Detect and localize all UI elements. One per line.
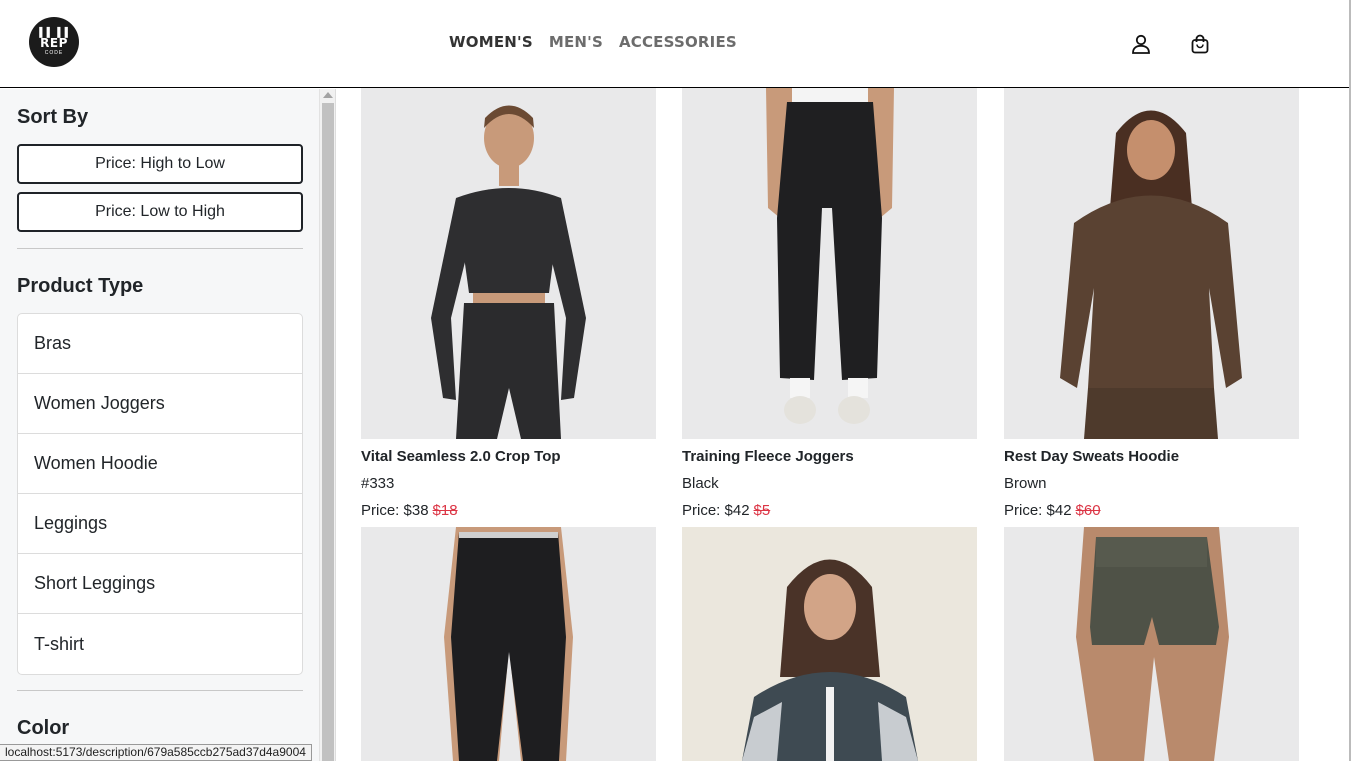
product-image[interactable] — [361, 527, 656, 761]
divider — [17, 248, 303, 249]
type-women-joggers[interactable]: Women Joggers — [18, 374, 302, 434]
product-image[interactable] — [361, 88, 656, 439]
divider — [17, 690, 303, 691]
product-name[interactable]: Vital Seamless 2.0 Crop Top — [361, 448, 656, 475]
sort-low-to-high-button[interactable]: Price: Low to High — [17, 192, 303, 232]
nav-womens[interactable]: WOMEN'S — [449, 33, 533, 51]
sidebar-scrollbar[interactable] — [320, 89, 336, 761]
product-variant: Black — [682, 475, 719, 492]
logo-subtext: CODE — [44, 50, 64, 56]
shopping-bag-icon[interactable] — [1189, 33, 1211, 55]
product-name[interactable]: Rest Day Sweats Hoodie — [1004, 448, 1299, 475]
leggings-model-image — [444, 527, 573, 761]
nav-accessories[interactable]: ACCESSORIES — [619, 33, 737, 51]
product-card[interactable]: Training Fleece Joggers Black Price: $42… — [682, 88, 977, 529]
type-leggings[interactable]: Leggings — [18, 494, 302, 554]
browser-status-url: localhost:5173/description/679a585ccb275… — [0, 744, 312, 761]
nav-mens[interactable]: MEN'S — [549, 33, 603, 51]
product-image[interactable] — [682, 88, 977, 439]
joggers-model-image — [766, 88, 894, 424]
original-price: $60 — [1075, 502, 1101, 519]
original-price: $5 — [753, 502, 771, 519]
logo-text: REP — [40, 36, 68, 50]
current-price: Price: $42 — [1004, 502, 1072, 519]
product-type-list: Bras Women Joggers Women Hoodie Leggings… — [17, 313, 303, 675]
sort-by-title: Sort By — [17, 106, 89, 128]
scrollbar-thumb[interactable] — [322, 103, 334, 761]
product-image[interactable] — [1004, 88, 1299, 439]
filter-sidebar: Sort By Price: High to Low Price: Low to… — [0, 89, 320, 761]
product-card[interactable] — [361, 527, 656, 761]
product-price: Price: $42 $60 — [1004, 502, 1299, 529]
product-name[interactable]: Training Fleece Joggers — [682, 448, 977, 475]
product-card[interactable] — [682, 527, 977, 761]
product-price: Price: $38 $18 — [361, 502, 656, 529]
product-image[interactable] — [682, 527, 977, 761]
user-icon[interactable] — [1130, 33, 1152, 55]
main-nav: WOMEN'S MEN'S ACCESSORIES — [449, 33, 737, 51]
current-price: Price: $38 — [361, 502, 429, 519]
type-short-leggings[interactable]: Short Leggings — [18, 554, 302, 614]
color-title: Color — [17, 717, 70, 739]
current-price: Price: $42 — [682, 502, 750, 519]
original-price: $18 — [432, 502, 458, 519]
hoodie-model-image — [1060, 110, 1242, 439]
product-card[interactable]: Vital Seamless 2.0 Crop Top #333 Price: … — [361, 88, 656, 529]
product-image[interactable] — [1004, 527, 1299, 761]
scroll-up-arrow-icon[interactable] — [323, 92, 333, 98]
site-header: ▌▌▐▐ REP CODE WOMEN'S MEN'S ACCESSORIES — [0, 0, 1351, 88]
type-women-hoodie[interactable]: Women Hoodie — [18, 434, 302, 494]
product-price: Price: $42 $5 — [682, 502, 977, 529]
product-card[interactable]: Rest Day Sweats Hoodie Brown Price: $42 $… — [1004, 88, 1299, 529]
crop-top-model-image — [431, 105, 586, 439]
product-variant: #333 — [361, 475, 395, 492]
jacket-model-image — [742, 559, 918, 761]
type-bras[interactable]: Bras — [18, 314, 302, 374]
shorts-model-image — [1076, 527, 1229, 761]
logo[interactable]: ▌▌▐▐ REP CODE — [29, 17, 79, 67]
sort-high-to-low-button[interactable]: Price: High to Low — [17, 144, 303, 184]
product-type-title: Product Type — [17, 275, 144, 297]
product-card[interactable] — [1004, 527, 1299, 761]
product-variant: Brown — [1004, 475, 1047, 492]
type-t-shirt[interactable]: T-shirt — [18, 614, 302, 674]
